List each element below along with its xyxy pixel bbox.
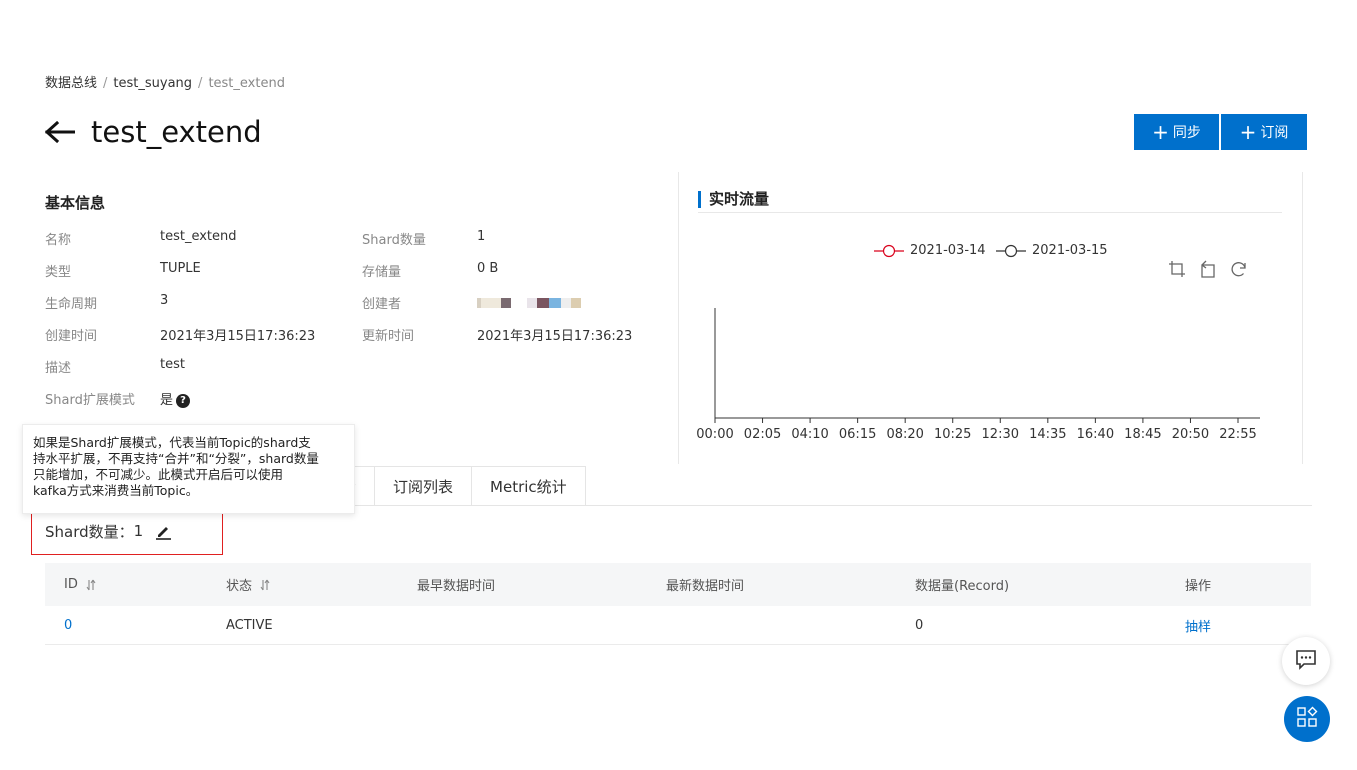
chart-title-underline: [698, 212, 1282, 213]
feedback-button[interactable]: [1282, 637, 1330, 685]
info-created-label: 创建时间: [45, 329, 98, 344]
info-storage-value: 0 B: [477, 261, 499, 276]
panel-divider: [1302, 172, 1303, 464]
x-tick-label: 20:50: [1172, 427, 1209, 442]
legend-item-series-1[interactable]: 2021-03-14: [874, 243, 986, 258]
info-shard-count-value: 1: [477, 229, 486, 244]
shard-mode-tooltip: 如果是Shard扩展模式，代表当前Topic的shard支 持水平扩展，不再支持…: [22, 424, 355, 514]
chart-title: 实时流量: [698, 191, 769, 208]
shard-record-count: 0: [915, 618, 924, 633]
x-tick-label: 14:35: [1029, 427, 1066, 442]
page-header: test_extend: [45, 112, 262, 152]
apps-grid-icon: [1296, 706, 1318, 732]
x-tick-label: 08:20: [886, 427, 923, 442]
sort-icon[interactable]: [86, 579, 96, 591]
column-header-earliest: 最早数据时间: [417, 579, 496, 594]
legend-label: 2021-03-14: [910, 243, 986, 258]
info-shard-mode-value: 是?: [160, 389, 191, 408]
info-shard-mode-label: Shard扩展模式: [45, 393, 135, 408]
shard-count-box: Shard数量： 1: [31, 507, 223, 555]
zoom-reset-icon[interactable]: [1197, 258, 1218, 279]
x-tick-label: 04:10: [791, 427, 828, 442]
tab-metric[interactable]: Metric统计: [472, 466, 586, 506]
info-desc-label: 描述: [45, 361, 72, 376]
plus-icon: +: [1239, 120, 1257, 144]
x-tick-label: 16:40: [1077, 427, 1114, 442]
info-desc-value: test: [160, 357, 185, 372]
basic-info-title: 基本信息: [45, 194, 106, 212]
info-lifecycle-label: 生命周期: [45, 297, 98, 312]
info-creator-value: [477, 297, 581, 312]
plus-icon: +: [1152, 120, 1169, 144]
chat-icon: [1295, 648, 1317, 674]
help-icon[interactable]: ?: [176, 393, 191, 408]
sort-icon[interactable]: [260, 579, 270, 591]
x-tick-label: 06:15: [839, 427, 876, 442]
info-storage-label: 存储量: [362, 265, 402, 280]
chart-toolbox: [1166, 258, 1249, 279]
column-header-actions: 操作: [1185, 579, 1212, 594]
zoom-select-icon[interactable]: [1166, 258, 1187, 279]
x-tick-label: 18:45: [1124, 427, 1161, 442]
info-created-value: 2021年3月15日17:36:23: [160, 329, 316, 344]
x-tick-label: 10:25: [934, 427, 971, 442]
breadcrumb-item-databus[interactable]: 数据总线: [45, 76, 97, 91]
info-type-value: TUPLE: [160, 261, 201, 276]
tooltip-line: 如果是Shard扩展模式，代表当前Topic的shard支: [33, 435, 311, 450]
sample-link[interactable]: 抽样: [1185, 606, 1211, 645]
sync-button[interactable]: + 同步: [1134, 114, 1219, 150]
shard-id-link[interactable]: 0: [64, 606, 72, 645]
subscribe-button-label: 订阅: [1260, 125, 1289, 141]
subscribe-button[interactable]: + 订阅: [1221, 114, 1307, 150]
back-arrow-icon[interactable]: [45, 118, 77, 146]
refresh-icon[interactable]: [1228, 258, 1249, 279]
info-updated-label: 更新时间: [362, 329, 415, 344]
table-row: 0 ACTIVE 0 抽样: [45, 606, 1311, 645]
info-type-label: 类型: [45, 265, 72, 280]
column-header-latest: 最新数据时间: [666, 579, 745, 594]
info-updated-value: 2021年3月15日17:36:23: [477, 329, 633, 344]
legend-marker-icon: [874, 244, 904, 258]
shard-count-value: 1: [133, 522, 144, 540]
apps-button[interactable]: [1284, 696, 1330, 742]
shard-status: ACTIVE: [226, 618, 273, 633]
table-header: ID 状态 最早数据时间 最新数据时间 数据量(Record) 操作: [45, 563, 1311, 606]
breadcrumb: 数据总线 / test_suyang / test_extend: [45, 72, 285, 91]
tooltip-line: kafka方式来消费当前Topic。: [33, 483, 199, 498]
tooltip-line: 只能增加，不可减少。此模式开启后可以使用: [33, 467, 284, 482]
column-header-records: 数据量(Record): [915, 579, 1010, 594]
breadcrumb-separator: /: [198, 76, 203, 91]
breadcrumb-item-project[interactable]: test_suyang: [113, 76, 192, 91]
sync-button-label: 同步: [1172, 125, 1201, 141]
x-tick-label: 02:05: [744, 427, 781, 442]
legend-label: 2021-03-15: [1032, 243, 1108, 258]
legend-marker-icon: [996, 244, 1026, 258]
x-tick-label: 12:30: [982, 427, 1019, 442]
column-header-id[interactable]: ID: [64, 563, 96, 606]
info-name-label: 名称: [45, 233, 72, 248]
traffic-chart: 00:00 02:05 04:10 06:15 08:20 10:25 12:30 14:35…: [696, 308, 1260, 442]
breadcrumb-item-current: test_extend: [208, 76, 285, 91]
tooltip-line: 持水平扩展，不再支持“合并”和“分裂”，shard数量: [33, 451, 319, 466]
info-lifecycle-value: 3: [160, 293, 169, 308]
edit-icon[interactable]: [155, 523, 172, 540]
info-name-value: test_extend: [160, 229, 237, 244]
tab-subscription-list[interactable]: 订阅列表: [375, 466, 473, 506]
column-header-status[interactable]: 状态: [226, 563, 270, 606]
legend-item-series-2[interactable]: 2021-03-15: [996, 243, 1108, 258]
breadcrumb-separator: /: [103, 76, 108, 91]
x-tick-label: 00:00: [696, 427, 733, 442]
info-shard-count-label: Shard数量: [362, 233, 426, 248]
creator-redacted: [477, 298, 581, 308]
panel-divider: [678, 172, 679, 464]
page-title: test_extend: [91, 115, 262, 149]
x-tick-label: 22:55: [1219, 427, 1256, 442]
shard-count-label: Shard数量：: [45, 522, 134, 541]
info-creator-label: 创建者: [362, 297, 402, 312]
